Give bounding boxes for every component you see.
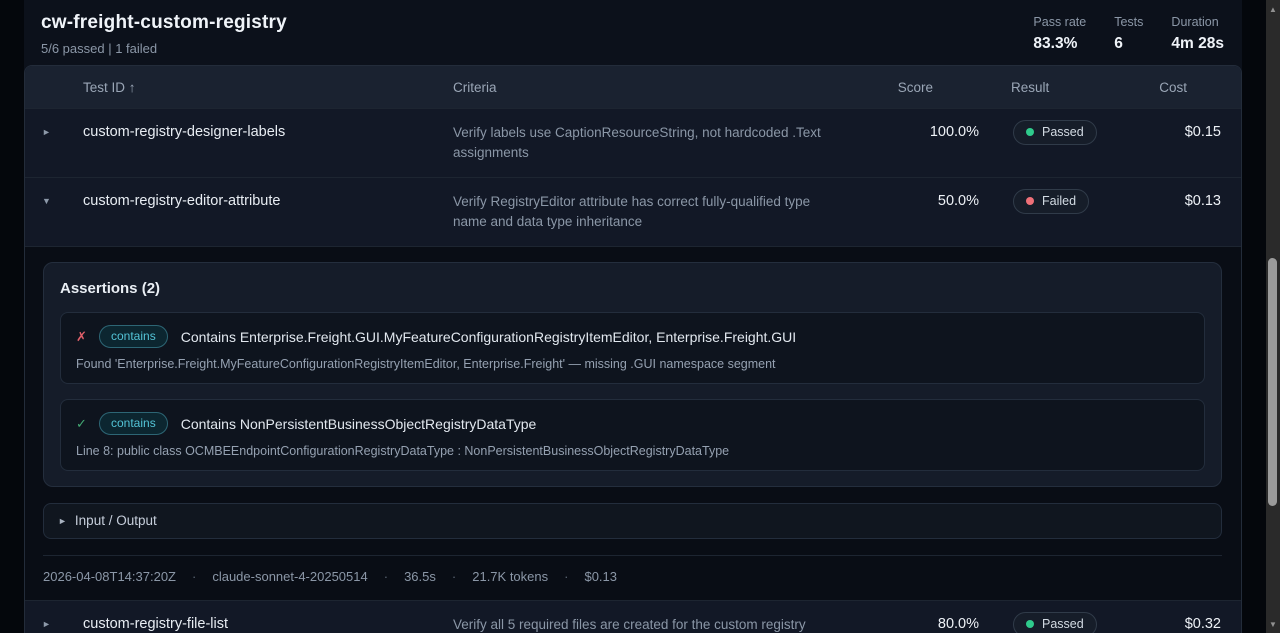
assertion-text: Contains Enterprise.Freight.GUI.MyFeatur… <box>181 329 796 345</box>
model-name: claude-sonnet-4-20250514 <box>212 569 367 584</box>
assertion-type-chip: contains <box>99 325 168 348</box>
assertion-text: Contains NonPersistentBusinessObjectRegi… <box>181 416 537 432</box>
duration: 36.5s <box>404 569 436 584</box>
timestamp: 2026-04-08T14:37:20Z <box>43 569 176 584</box>
table-row[interactable]: ► custom-registry-designer-labels Verify… <box>25 108 1241 177</box>
test-id: custom-registry-designer-labels <box>83 124 453 140</box>
status-badge: Passed <box>1013 612 1097 633</box>
test-cost: $0.13 <box>1113 193 1241 209</box>
stat-tests: Tests 6 <box>1114 15 1143 53</box>
stat-label: Tests <box>1114 15 1143 29</box>
table-row[interactable]: ▼ custom-registry-editor-attribute Verif… <box>25 177 1241 246</box>
scrollbar-thumb[interactable] <box>1268 258 1277 506</box>
assertion-type-chip: contains <box>99 412 168 435</box>
expand-chevron-icon: ► <box>58 516 67 526</box>
assertion-head: ✓ contains Contains NonPersistentBusines… <box>76 412 1189 435</box>
test-criteria: Verify all 5 required files are created … <box>453 615 883 633</box>
column-header-result[interactable]: Result <box>979 80 1113 95</box>
stat-label: Duration <box>1171 15 1224 29</box>
stat-pass-rate: Pass rate 83.3% <box>1033 15 1086 53</box>
pass-fail-summary: 5/6 passed | 1 failed <box>41 41 287 56</box>
scroll-down-icon[interactable]: ▼ <box>1266 617 1280 631</box>
test-cost: $0.32 <box>1113 616 1241 632</box>
status-label: Passed <box>1042 617 1084 631</box>
result-cell: Failed <box>979 189 1113 214</box>
test-id: custom-registry-file-list <box>83 616 453 632</box>
dot-separator: · <box>452 569 456 584</box>
stat-value: 4m 28s <box>1171 35 1224 53</box>
test-id: custom-registry-editor-attribute <box>83 193 453 209</box>
column-header-test-id[interactable]: Test ID ↑ <box>83 80 453 95</box>
result-cell: Passed <box>979 612 1113 633</box>
passed-dot-icon <box>1026 128 1034 136</box>
expand-chevron-icon[interactable]: ► <box>25 616 83 629</box>
column-header-score[interactable]: Score <box>883 80 979 95</box>
main-panel: cw-freight-custom-registry 5/6 passed | … <box>24 0 1242 633</box>
status-badge: Passed <box>1013 120 1097 145</box>
token-count: 21.7K tokens <box>472 569 548 584</box>
cost: $0.13 <box>584 569 617 584</box>
assertion-note: Found 'Enterprise.Freight.MyFeatureConfi… <box>76 357 1189 371</box>
collapse-chevron-icon[interactable]: ▼ <box>25 193 83 206</box>
assertion-passed-icon: ✓ <box>76 416 86 432</box>
assertion-failed-icon: ✗ <box>76 329 86 345</box>
dot-separator: · <box>564 569 568 584</box>
column-header-criteria[interactable]: Criteria <box>453 80 883 95</box>
vertical-scrollbar[interactable]: ▲ ▼ <box>1266 0 1280 633</box>
test-score: 100.0% <box>883 124 979 140</box>
test-criteria: Verify RegistryEditor attribute has corr… <box>453 192 883 232</box>
tests-table: Test ID ↑ Criteria Score Result Cost ► c… <box>24 65 1242 633</box>
assertion-note: Line 8: public class OCMBEEndpointConfig… <box>76 444 1189 458</box>
failed-dot-icon <box>1026 197 1034 205</box>
assertion-head: ✗ contains Contains Enterprise.Freight.G… <box>76 325 1189 348</box>
stat-duration: Duration 4m 28s <box>1171 15 1224 53</box>
scroll-up-icon[interactable]: ▲ <box>1266 2 1280 16</box>
run-header-left: cw-freight-custom-registry 5/6 passed | … <box>41 12 287 56</box>
status-badge: Failed <box>1013 189 1089 214</box>
run-header: cw-freight-custom-registry 5/6 passed | … <box>24 0 1242 65</box>
expand-chevron-icon[interactable]: ► <box>25 124 83 137</box>
status-label: Passed <box>1042 125 1084 139</box>
page-title: cw-freight-custom-registry <box>41 12 287 34</box>
table-row[interactable]: ► custom-registry-file-list Verify all 5… <box>25 600 1241 633</box>
test-cost: $0.15 <box>1113 124 1241 140</box>
sort-ascending-icon[interactable]: ↑ <box>129 80 136 95</box>
stat-value: 6 <box>1114 35 1143 53</box>
input-output-toggle[interactable]: ► Input / Output <box>43 503 1222 539</box>
table-header-row: Test ID ↑ Criteria Score Result Cost <box>25 66 1241 108</box>
column-label: Test ID <box>83 80 125 95</box>
stat-label: Pass rate <box>1033 15 1086 29</box>
passed-dot-icon <box>1026 620 1034 628</box>
dot-separator: · <box>192 569 196 584</box>
run-metadata: 2026-04-08T14:37:20Z · claude-sonnet-4-2… <box>43 556 1222 600</box>
status-label: Failed <box>1042 194 1076 208</box>
test-score: 50.0% <box>883 193 979 209</box>
assertions-title: Assertions (2) <box>60 280 1205 297</box>
test-criteria: Verify labels use CaptionResourceString,… <box>453 123 883 163</box>
assertions-card: Assertions (2) ✗ contains Contains Enter… <box>43 262 1222 487</box>
column-header-cost[interactable]: Cost <box>1113 80 1241 95</box>
dot-separator: · <box>384 569 388 584</box>
stat-value: 83.3% <box>1033 35 1086 53</box>
expanded-test-detail: Assertions (2) ✗ contains Contains Enter… <box>25 246 1241 600</box>
assertion-item: ✓ contains Contains NonPersistentBusines… <box>60 399 1205 471</box>
test-score: 80.0% <box>883 616 979 632</box>
assertion-item: ✗ contains Contains Enterprise.Freight.G… <box>60 312 1205 384</box>
input-output-label: Input / Output <box>75 513 157 528</box>
run-stats: Pass rate 83.3% Tests 6 Duration 4m 28s <box>1033 12 1224 53</box>
result-cell: Passed <box>979 120 1113 145</box>
